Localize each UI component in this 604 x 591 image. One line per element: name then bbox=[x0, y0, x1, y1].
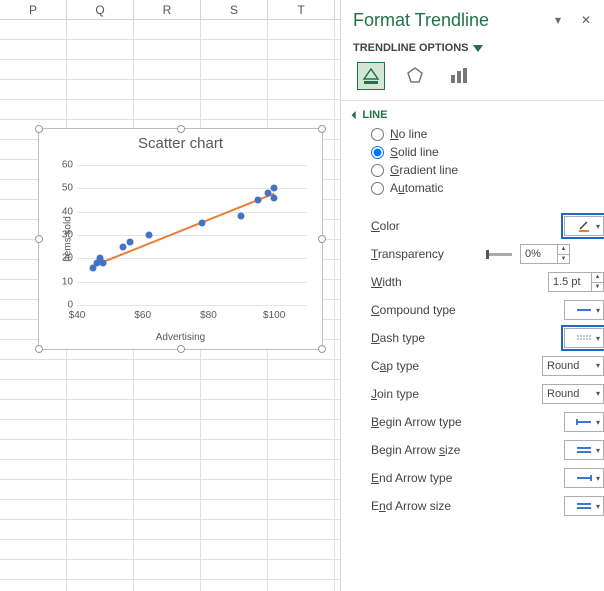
resize-handle[interactable] bbox=[177, 125, 185, 133]
color-picker-button[interactable] bbox=[564, 216, 604, 236]
radio-no-line[interactable]: No line bbox=[371, 127, 604, 141]
x-axis-label[interactable]: Advertising bbox=[39, 332, 322, 343]
radio-solid-line[interactable]: Solid line bbox=[371, 145, 604, 159]
data-point[interactable] bbox=[254, 197, 261, 204]
transparency-input[interactable]: 0%▲▼ bbox=[520, 244, 570, 264]
end-arrow-type-label: End Arrow type bbox=[371, 471, 486, 485]
width-label: Width bbox=[371, 275, 486, 289]
join-type-label: Join type bbox=[371, 387, 486, 401]
dash-type-label: Dash type bbox=[371, 331, 486, 345]
resize-handle[interactable] bbox=[177, 345, 185, 353]
resize-handle[interactable] bbox=[35, 345, 43, 353]
resize-handle[interactable] bbox=[318, 235, 326, 243]
col-header[interactable]: Q bbox=[67, 0, 134, 19]
col-header[interactable]: P bbox=[0, 0, 67, 19]
radio-gradient-line[interactable]: Gradient line bbox=[371, 163, 604, 177]
trendline[interactable] bbox=[93, 193, 274, 267]
compound-type-button[interactable] bbox=[564, 300, 604, 320]
transparency-label: Transparency bbox=[371, 247, 486, 261]
end-arrow-size-button[interactable] bbox=[564, 496, 604, 516]
data-point[interactable] bbox=[271, 185, 278, 192]
col-header[interactable]: R bbox=[134, 0, 201, 19]
join-type-select[interactable]: Round bbox=[542, 384, 604, 404]
options-dropdown[interactable]: Trendline Options bbox=[353, 42, 604, 54]
end-arrow-size-label: End Arrow size bbox=[371, 499, 486, 513]
fill-line-tab-icon[interactable] bbox=[357, 62, 385, 90]
begin-arrow-type-button[interactable] bbox=[564, 412, 604, 432]
task-pane-options-icon[interactable]: ▾ bbox=[548, 10, 568, 30]
resize-handle[interactable] bbox=[35, 235, 43, 243]
cap-type-label: Cap type bbox=[371, 359, 486, 373]
width-input[interactable]: 1.5 pt▲▼ bbox=[548, 272, 604, 292]
transparency-slider[interactable] bbox=[486, 248, 514, 260]
close-icon[interactable]: ✕ bbox=[576, 10, 596, 30]
column-headers: P Q R S T bbox=[0, 0, 340, 20]
resize-handle[interactable] bbox=[318, 345, 326, 353]
data-point[interactable] bbox=[100, 260, 107, 267]
format-trendline-pane: Format Trendline ▾ ✕ Trendline Options L… bbox=[341, 0, 604, 591]
data-point[interactable] bbox=[146, 232, 153, 239]
data-point[interactable] bbox=[271, 194, 278, 201]
plot-area[interactable]: 0102030405060$40$60$80$100 bbox=[77, 165, 307, 305]
dash-type-button[interactable] bbox=[564, 328, 604, 348]
line-section-header[interactable]: Line bbox=[353, 109, 604, 121]
begin-arrow-size-label: Begin Arrow size bbox=[371, 443, 486, 457]
data-point[interactable] bbox=[120, 243, 127, 250]
embedded-chart[interactable]: Scatter chart Items sold Advertising 010… bbox=[38, 128, 323, 350]
chevron-down-icon bbox=[473, 45, 483, 52]
end-arrow-type-button[interactable] bbox=[564, 468, 604, 488]
radio-automatic[interactable]: Automatic bbox=[371, 181, 604, 195]
compound-type-label: Compound type bbox=[371, 303, 486, 317]
trendline-options-tab-icon[interactable] bbox=[445, 62, 473, 90]
data-point[interactable] bbox=[198, 220, 205, 227]
resize-handle[interactable] bbox=[35, 125, 43, 133]
data-point[interactable] bbox=[238, 213, 245, 220]
data-point[interactable] bbox=[126, 239, 133, 246]
col-header[interactable]: S bbox=[201, 0, 268, 19]
spreadsheet-area[interactable]: P Q R S T Scatter chart Items sold Adver… bbox=[0, 0, 341, 591]
begin-arrow-type-label: Begin Arrow type bbox=[371, 415, 486, 429]
effects-tab-icon[interactable] bbox=[401, 62, 429, 90]
pane-title: Format Trendline bbox=[353, 10, 548, 31]
color-label: Color bbox=[371, 219, 486, 233]
resize-handle[interactable] bbox=[318, 125, 326, 133]
begin-arrow-size-button[interactable] bbox=[564, 440, 604, 460]
cap-type-select[interactable]: Round bbox=[542, 356, 604, 376]
col-header[interactable]: T bbox=[268, 0, 335, 19]
